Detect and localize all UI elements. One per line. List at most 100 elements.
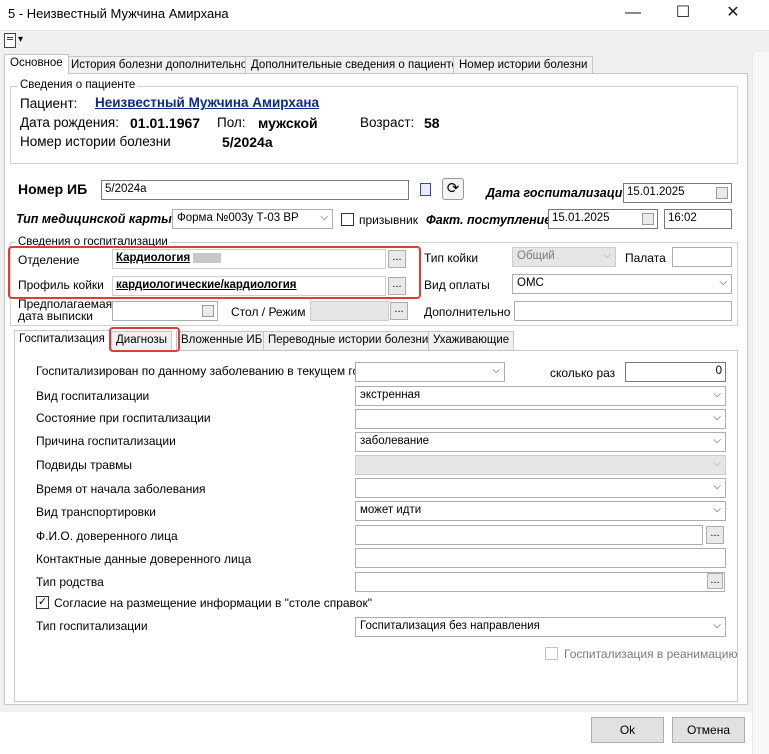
contact-field[interactable] bbox=[355, 548, 726, 568]
cancel-button[interactable]: Отмена bbox=[672, 717, 745, 743]
ib-label: Номер ИБ bbox=[18, 181, 88, 197]
right-scrollbar[interactable] bbox=[752, 30, 769, 754]
relation-field[interactable]: ... bbox=[355, 572, 725, 592]
hosp-same-select[interactable]: ⌵ bbox=[355, 362, 505, 382]
chevron-down-icon: ⌵ bbox=[320, 212, 328, 223]
table-mode-label: Стол / Режим bbox=[231, 305, 306, 319]
tab-main[interactable]: Основное bbox=[4, 54, 69, 74]
trustee-label: Ф.И.О. доверенного лица bbox=[36, 529, 178, 543]
age-value: 58 bbox=[424, 115, 440, 131]
times-label: сколько раз bbox=[550, 366, 616, 380]
tab-history-number[interactable]: Номер истории болезни bbox=[453, 56, 594, 74]
state-select[interactable]: ⌵ bbox=[355, 409, 726, 429]
trustee-field[interactable] bbox=[355, 525, 703, 545]
table-mode-lookup-button[interactable]: ... bbox=[390, 302, 408, 320]
state-label: Состояние при госпитализации bbox=[36, 411, 211, 425]
sex-value: мужской bbox=[258, 115, 318, 131]
hosp-type-label: Тип госпитализации bbox=[36, 619, 148, 633]
reason-select[interactable]: заболевание ⌵ bbox=[355, 432, 726, 452]
refresh-icon[interactable]: ⟳ bbox=[442, 178, 464, 200]
sex-label: Пол: bbox=[217, 115, 246, 130]
document-menu-icon[interactable] bbox=[4, 33, 16, 48]
hosp-date-value: 15.01.2025 bbox=[627, 186, 685, 198]
onset-time-select[interactable]: ⌵ bbox=[355, 478, 726, 498]
actual-admission-label: Факт. поступление bbox=[426, 213, 552, 227]
subtab-hospitalization[interactable]: Госпитализация bbox=[14, 330, 110, 351]
hosp-type-select[interactable]: Госпитализация без направления ⌵ bbox=[355, 617, 726, 637]
calendar-icon[interactable] bbox=[716, 187, 728, 199]
hosp-date-field[interactable]: 15.01.2025 bbox=[623, 183, 732, 203]
calendar-icon[interactable] bbox=[642, 213, 654, 225]
subtab-nested-ib[interactable]: Вложенные ИБ bbox=[176, 331, 268, 350]
table-mode-field[interactable] bbox=[310, 301, 389, 321]
tab-patient-extra[interactable]: Дополнительные сведения о пациенте bbox=[245, 56, 464, 74]
close-icon[interactable]: ✕ bbox=[710, 0, 756, 30]
chevron-down-icon: ⌵ bbox=[713, 435, 721, 446]
trauma-label: Подвиды травмы bbox=[36, 458, 133, 472]
discharge-date-field[interactable] bbox=[112, 301, 218, 321]
maximize-icon[interactable]: ☐ bbox=[660, 0, 706, 30]
consent-checkbox[interactable]: ✓ bbox=[36, 596, 49, 609]
trustee-lookup-button[interactable]: ... bbox=[706, 526, 724, 544]
payment-value: ОМС bbox=[517, 277, 544, 289]
contact-label: Контактные данные доверенного лица bbox=[36, 552, 252, 566]
chevron-down-icon: ⌵ bbox=[713, 481, 721, 492]
reason-value: заболевание bbox=[360, 435, 430, 447]
toolbar: ▾ bbox=[0, 30, 769, 52]
patient-group-label: Сведения о пациенте bbox=[18, 79, 138, 91]
patient-name-link[interactable]: Неизвестный Мужчина Амирхана bbox=[95, 95, 319, 110]
age-label: Возраст: bbox=[360, 115, 415, 130]
payment-label: Вид оплаты bbox=[424, 278, 490, 292]
relation-label: Тип родства bbox=[36, 575, 104, 589]
actual-time-field[interactable]: 16:02 bbox=[664, 209, 732, 229]
bed-type-select[interactable]: Общий ⌵ bbox=[512, 247, 616, 267]
ok-button[interactable]: Ok bbox=[591, 717, 664, 743]
card-type-select[interactable]: Форма №003у Т-03 ВР ⌵ bbox=[172, 209, 333, 229]
hosp-date-label: Дата госпитализации bbox=[486, 186, 631, 200]
dob-value: 01.01.1967 bbox=[130, 115, 201, 131]
history-label: Номер истории болезни bbox=[20, 134, 171, 149]
actual-date-value: 15.01.2025 bbox=[552, 212, 610, 224]
relation-lookup-button[interactable]: ... bbox=[707, 573, 723, 589]
times-field[interactable]: 0 bbox=[625, 362, 726, 382]
chevron-down-icon[interactable]: ▾ bbox=[18, 34, 23, 45]
chevron-down-icon: ⌵ bbox=[713, 504, 721, 515]
chevron-down-icon: ⌵ bbox=[713, 389, 721, 400]
onset-time-label: Время от начала заболевания bbox=[36, 482, 206, 496]
title-bar: 5 - Неизвестный Мужчина Амирхана — ☐ ✕ bbox=[0, 0, 769, 30]
additional-label: Дополнительно bbox=[424, 305, 511, 319]
chevron-down-icon: ⌵ bbox=[603, 250, 611, 261]
icu-label: Госпитализация в реанимацию bbox=[564, 647, 738, 661]
trauma-select[interactable]: ⌵ bbox=[355, 455, 726, 475]
ward-label: Палата bbox=[625, 251, 666, 265]
tab-history-extra[interactable]: История болезни дополнительно bbox=[65, 56, 254, 74]
card-type-label: Тип медицинской карты bbox=[16, 212, 172, 226]
discharge-label-line2: дата выписки bbox=[18, 309, 93, 323]
conscript-label: призывник bbox=[359, 213, 418, 227]
reason-label: Причина госпитализации bbox=[36, 434, 176, 448]
additional-field[interactable] bbox=[514, 301, 732, 321]
icu-checkbox[interactable] bbox=[545, 647, 558, 660]
highlight-box bbox=[109, 327, 180, 352]
bed-type-value: Общий bbox=[517, 250, 555, 262]
kind-label: Вид госпитализации bbox=[36, 389, 150, 403]
highlight-box bbox=[8, 246, 421, 299]
consent-label: Согласие на размещение информации в "сто… bbox=[54, 596, 372, 610]
kind-value: экстренная bbox=[360, 389, 421, 401]
subtab-transfer-histories[interactable]: Переводные истории болезни bbox=[263, 331, 434, 350]
actual-date-field[interactable]: 15.01.2025 bbox=[548, 209, 658, 229]
conscript-checkbox[interactable] bbox=[341, 213, 354, 226]
transport-select[interactable]: может идти ⌵ bbox=[355, 501, 726, 521]
calendar-icon[interactable] bbox=[202, 305, 214, 317]
ib-number-field[interactable]: 5/2024а bbox=[101, 180, 409, 200]
edit-number-icon[interactable] bbox=[418, 182, 434, 198]
subtab-caregivers[interactable]: Ухаживающие bbox=[428, 331, 515, 350]
dob-label: Дата рождения: bbox=[20, 115, 119, 130]
transport-label: Вид транспортировки bbox=[36, 505, 156, 519]
minimize-icon[interactable]: — bbox=[610, 0, 656, 30]
payment-select[interactable]: ОМС ⌵ bbox=[512, 274, 732, 294]
kind-select[interactable]: экстренная ⌵ bbox=[355, 386, 726, 406]
chevron-down-icon: ⌵ bbox=[713, 458, 721, 469]
ward-field[interactable] bbox=[672, 247, 732, 267]
chevron-down-icon: ⌵ bbox=[713, 620, 721, 631]
